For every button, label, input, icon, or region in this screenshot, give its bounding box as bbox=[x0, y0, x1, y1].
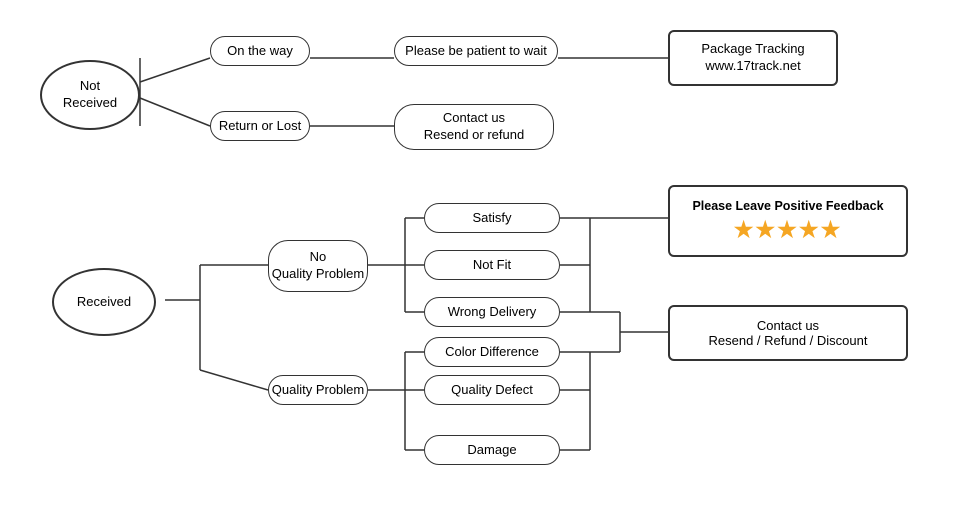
package-tracking-node: Package Tracking www.17track.net bbox=[668, 30, 838, 86]
color-difference-node: Color Difference bbox=[424, 337, 560, 367]
quality-defect-node: Quality Defect bbox=[424, 375, 560, 405]
return-or-lost-node: Return or Lost bbox=[210, 111, 310, 141]
be-patient-node: Please be patient to wait bbox=[394, 36, 558, 66]
satisfy-node: Satisfy bbox=[424, 203, 560, 233]
received-node: Received bbox=[52, 268, 156, 336]
not-fit-node: Not Fit bbox=[424, 250, 560, 280]
on-the-way-node: On the way bbox=[210, 36, 310, 66]
stars: ★★★★★ bbox=[734, 217, 843, 243]
damage-node: Damage bbox=[424, 435, 560, 465]
not-received-node: Not Received bbox=[40, 60, 140, 130]
feedback-box: Please Leave Positive Feedback ★★★★★ bbox=[668, 185, 908, 257]
wrong-delivery-node: Wrong Delivery bbox=[424, 297, 560, 327]
quality-problem-node: Quality Problem bbox=[268, 375, 368, 405]
contact-resend-refund-node: Contact us Resend or refund bbox=[394, 104, 554, 150]
no-quality-problem-node: No Quality Problem bbox=[268, 240, 368, 292]
contact-refund-box: Contact us Resend / Refund / Discount bbox=[668, 305, 908, 361]
diagram: Not Received On the way Return or Lost P… bbox=[0, 0, 960, 513]
